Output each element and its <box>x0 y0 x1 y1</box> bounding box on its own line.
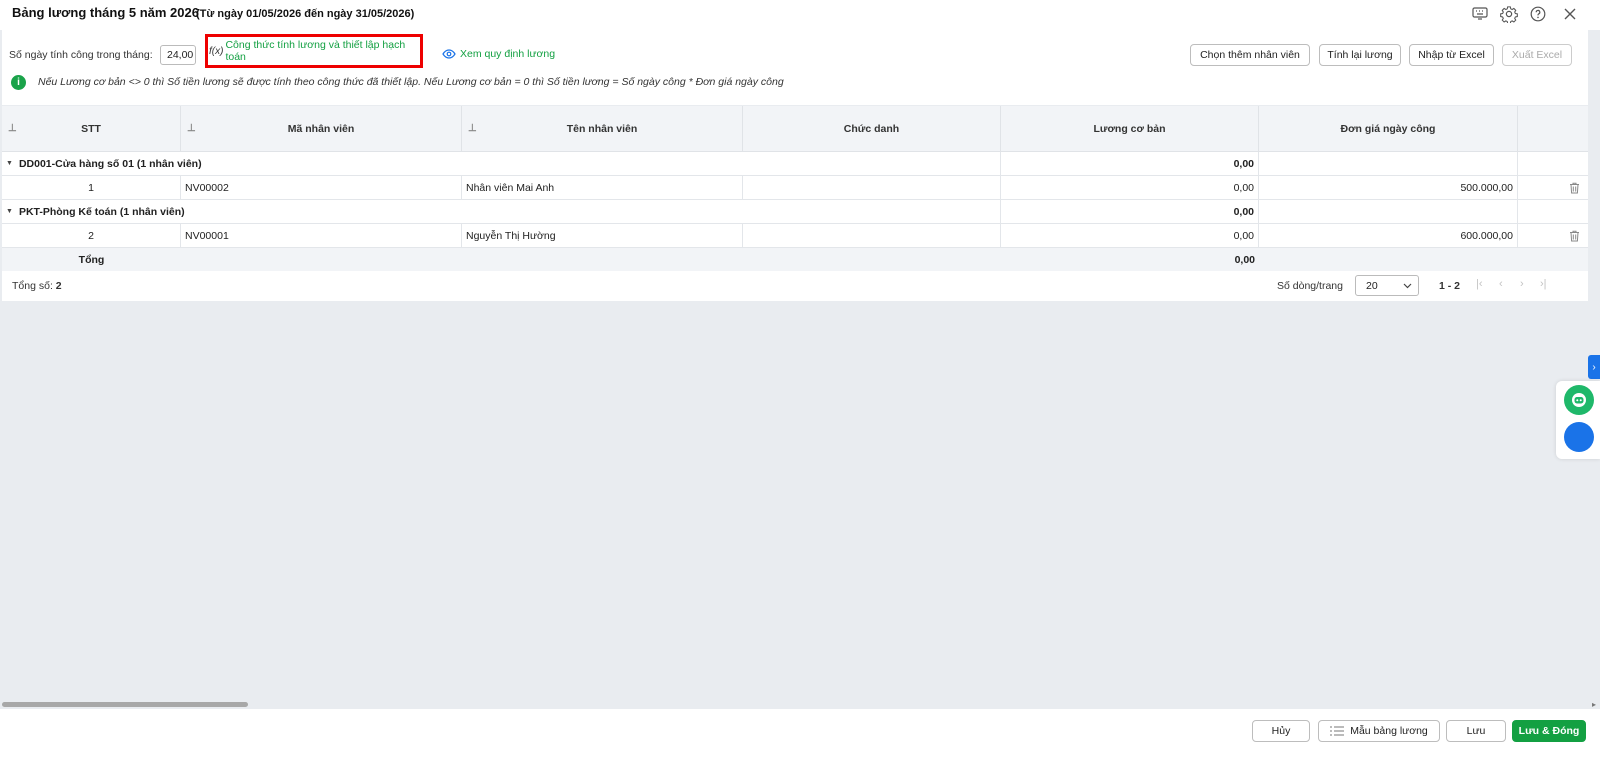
info-icon: i <box>11 75 26 90</box>
total-row: Tổng 0,00 <box>2 248 1588 271</box>
col-daily-rate-header[interactable]: Đơn giá ngày công <box>1259 106 1518 151</box>
page-title: Bảng lương tháng 5 năm 2026 <box>12 5 199 20</box>
group-label[interactable]: ▼ DD001-Cửa hàng số 01 (1 nhân viên) <box>2 152 743 175</box>
last-page-icon[interactable]: ›| <box>1540 278 1547 290</box>
cell-title[interactable] <box>743 224 1001 247</box>
view-rule-label: Xem quy định lương <box>460 48 556 60</box>
cell-code: NV00001 <box>181 224 462 247</box>
keyboard-icon[interactable] <box>1470 4 1490 24</box>
cell-name: Nhân viên Mai Anh <box>462 176 743 199</box>
caret-down-icon[interactable]: ▼ <box>6 208 13 215</box>
chevron-down-icon <box>1403 283 1412 288</box>
help-icon[interactable] <box>1528 4 1548 24</box>
support-icon[interactable] <box>1564 422 1594 452</box>
first-page-icon[interactable]: |‹ <box>1476 278 1483 290</box>
dialog-header: Bảng lương tháng 5 năm 2026 (Từ ngày 01/… <box>0 0 1600 30</box>
payroll-table: ⊥ STT ⊥ Mã nhân viên ⊥ Tên nhân viên Chứ… <box>2 106 1588 271</box>
total-count: Tổng số: 2 <box>12 280 62 292</box>
working-days-input[interactable]: 24,00 <box>160 45 196 65</box>
cell-title[interactable] <box>743 176 1001 199</box>
col-actions-header <box>1518 106 1588 151</box>
scroll-right-icon[interactable]: ▸ <box>1592 700 1596 709</box>
page-range: 1 - 2 <box>1439 280 1461 292</box>
info-note: Nếu Lương cơ bản <> 0 thì Số tiền lương … <box>38 76 784 88</box>
list-icon <box>1330 726 1345 736</box>
cancel-button[interactable]: Hủy <box>1252 720 1310 742</box>
salary-template-label: Mẫu bảng lương <box>1350 725 1428 737</box>
bottom-action-bar: Hủy Mẫu bảng lương Lưu Lưu & Đóng <box>0 709 1600 763</box>
col-title-header[interactable]: Chức danh <box>743 106 1001 151</box>
working-days-label: Số ngày tính công trong tháng: <box>9 49 153 61</box>
group-subtotal: 0,00 <box>1001 200 1259 223</box>
formula-link-label: Công thức tính lương và thiết lập hạch t… <box>225 39 406 63</box>
gear-icon[interactable] <box>1499 4 1519 24</box>
salary-template-button[interactable]: Mẫu bảng lương <box>1318 720 1440 742</box>
close-icon[interactable] <box>1560 4 1580 24</box>
pin-icon[interactable]: ⊥ <box>468 123 477 134</box>
col-name-header[interactable]: ⊥ Tên nhân viên <box>462 106 743 151</box>
cell-stt: 1 <box>2 176 181 199</box>
trash-icon[interactable] <box>1562 176 1586 199</box>
working-days-value: 24,00 <box>167 49 194 61</box>
table-row[interactable]: 2 NV00001 Nguyễn Thị Hường 0,00 600.000,… <box>2 224 1588 248</box>
cell-base-salary[interactable]: 0,00 <box>1001 176 1259 199</box>
prev-page-icon[interactable]: ‹ <box>1499 278 1503 290</box>
group-label[interactable]: ▼ PKT-Phòng Kế toán (1 nhân viên) <box>2 200 743 223</box>
side-panel-toggle[interactable]: › <box>1588 355 1600 379</box>
save-button[interactable]: Lưu <box>1446 720 1506 742</box>
caret-down-icon[interactable]: ▼ <box>6 160 13 167</box>
add-employee-button[interactable]: Chọn thêm nhân viên <box>1190 44 1310 66</box>
period-subtitle: (Từ ngày 01/05/2026 đến ngày 31/05/2026) <box>196 8 415 20</box>
col-stt-header[interactable]: ⊥ STT <box>2 106 181 151</box>
eye-icon <box>442 49 456 59</box>
formula-settings-link[interactable]: f(x) Công thức tính lương và thiết lập h… <box>205 34 423 68</box>
chatbot-icon[interactable] <box>1564 385 1594 415</box>
total-base-salary: 0,00 <box>1234 253 1255 266</box>
group-row[interactable]: ▼ PKT-Phòng Kế toán (1 nhân viên) 0,00 <box>2 200 1588 224</box>
cell-stt: 2 <box>2 224 181 247</box>
import-excel-button[interactable]: Nhập từ Excel <box>1409 44 1494 66</box>
next-page-icon[interactable]: › <box>1520 278 1524 290</box>
pagination-bar: Tổng số: 2 Số dòng/trang 20 1 - 2 |‹ ‹ ›… <box>2 271 1588 301</box>
trash-icon[interactable] <box>1562 224 1586 247</box>
cell-base-salary[interactable]: 0,00 <box>1001 224 1259 247</box>
recalculate-button[interactable]: Tính lại lương <box>1319 44 1401 66</box>
formula-icon: f(x) <box>209 45 224 57</box>
pin-icon[interactable]: ⊥ <box>8 123 17 134</box>
col-base-salary-header[interactable]: Lương cơ bản <box>1001 106 1259 151</box>
cell-name: Nguyễn Thị Hường <box>462 224 743 247</box>
cell-daily-rate[interactable]: 600.000,00 <box>1259 224 1518 247</box>
group-row[interactable]: ▼ DD001-Cửa hàng số 01 (1 nhân viên) 0,0… <box>2 152 1588 176</box>
view-rule-link[interactable]: Xem quy định lương <box>442 48 555 60</box>
scrollbar-thumb[interactable] <box>2 702 248 707</box>
save-close-button[interactable]: Lưu & Đóng <box>1512 720 1586 742</box>
total-label: Tổng <box>78 253 105 266</box>
group-subtotal: 0,00 <box>1001 152 1259 175</box>
cell-daily-rate[interactable]: 500.000,00 <box>1259 176 1518 199</box>
rows-per-page-select[interactable]: 20 <box>1355 275 1419 296</box>
toolbar-panel: Số ngày tính công trong tháng: 24,00 f(x… <box>2 30 1588 105</box>
pin-icon[interactable]: ⊥ <box>187 123 196 134</box>
export-excel-button[interactable]: Xuất Excel <box>1502 44 1572 66</box>
table-row[interactable]: 1 NV00002 Nhân viên Mai Anh 0,00 500.000… <box>2 176 1588 200</box>
table-header-row: ⊥ STT ⊥ Mã nhân viên ⊥ Tên nhân viên Chứ… <box>2 106 1588 152</box>
rows-per-page-label: Số dòng/trang <box>1277 280 1343 292</box>
col-code-header[interactable]: ⊥ Mã nhân viên <box>181 106 462 151</box>
cell-code: NV00002 <box>181 176 462 199</box>
